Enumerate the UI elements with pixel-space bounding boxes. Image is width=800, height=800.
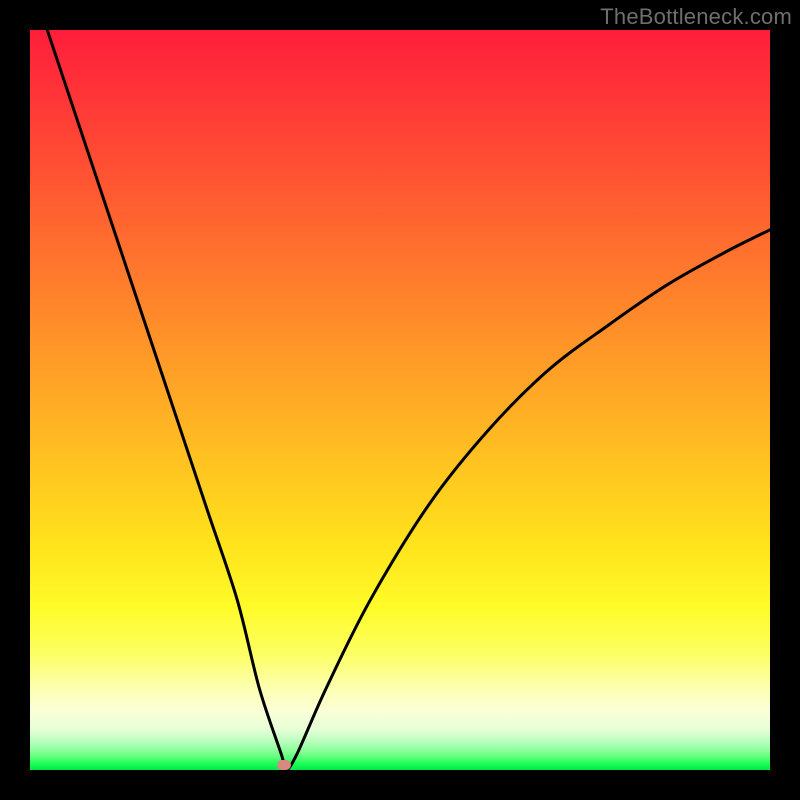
optimum-marker bbox=[277, 760, 291, 770]
chart-plot-area bbox=[30, 30, 770, 770]
watermark-text: TheBottleneck.com bbox=[600, 4, 792, 30]
chart-frame: TheBottleneck.com bbox=[0, 0, 800, 800]
bottleneck-curve bbox=[30, 30, 770, 770]
